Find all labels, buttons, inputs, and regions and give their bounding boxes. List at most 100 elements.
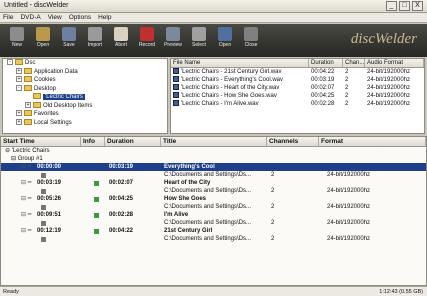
file-cell-text: 00:02:07 [311, 85, 335, 91]
wav-file-icon [173, 92, 179, 99]
close-icon [244, 27, 258, 41]
file-row[interactable]: 'Lectric Chairs - Everything's Cool.wav 0… [171, 76, 424, 84]
toolbar-button-open[interactable]: Open [30, 26, 56, 54]
file-row[interactable]: 'Lectric Chairs - Heart of the City.wav 0… [171, 84, 424, 92]
abort-icon [114, 27, 128, 41]
tree-item[interactable]: + Old Desktop Items [3, 101, 167, 111]
minimize-button[interactable]: _ [386, 1, 397, 11]
toolbar-button-preview[interactable]: Preview [160, 26, 186, 54]
col-file-name[interactable]: File Name [171, 59, 309, 67]
tree-item[interactable]: - Dsc [3, 59, 167, 68]
toolbar-button-abort[interactable]: Abort [108, 26, 134, 54]
folder-icon [24, 118, 32, 125]
album-node[interactable]: ⊖ 'Lectric Chairs [1, 147, 426, 155]
tree-item[interactable]: - Desktop [3, 84, 167, 94]
expand-toggle-icon[interactable]: - [16, 84, 22, 91]
folder-tree[interactable]: - Dsc + Application Data + Cookies - Desktop 'Le… [2, 58, 168, 134]
tree-item[interactable]: + Favorites [3, 110, 167, 119]
file-cell: 24-bit/192000hz [365, 68, 424, 76]
toolbar-button-select[interactable]: Select [186, 26, 212, 54]
track-row[interactable]: ⊟ ━ 00:09:51 00:02:28 I'm Alive C:\Documents… [1, 211, 426, 227]
toolbar-button-label: Open [218, 42, 232, 48]
file-cell-text: 2 [345, 69, 349, 75]
track-row[interactable]: ⊟ ━ 00:05:26 00:04:25 How She Goes C:\Docume… [1, 195, 426, 211]
file-row[interactable]: 'Lectric Chairs - 21st Century Girl.wav 0… [171, 68, 424, 76]
track-format: 24-bit/192000hz [327, 220, 371, 226]
menu-view[interactable]: View [48, 13, 62, 22]
file-cell-text: 'Lectric Chairs - Heart of the City.wav [181, 85, 280, 91]
col-start-time[interactable]: Start Time [1, 137, 81, 146]
col-channels[interactable]: Channels [267, 137, 319, 146]
menu-options[interactable]: Options [69, 13, 91, 22]
window-title: Untitled - discWelder [4, 2, 69, 9]
folder-icon [24, 84, 32, 91]
tree-item[interactable]: + Cookies [3, 76, 167, 85]
open-icon [218, 27, 232, 41]
toolbar: New Open Save Import Abort Record Preview Selec… [0, 24, 427, 57]
col-duration[interactable]: Duration [309, 59, 343, 67]
track-list[interactable]: Start Time Info Duration Title Channels … [0, 136, 427, 286]
file-cell: 2 [343, 76, 365, 84]
track-row[interactable]: ⊟ ━ 00:00:00 00:03:19 Everything's Cool C:\D… [1, 163, 426, 179]
col-info[interactable]: Info [81, 137, 105, 146]
select-icon [192, 27, 206, 41]
expand-toggle-icon[interactable]: + [25, 101, 31, 108]
col-duration[interactable]: Duration [105, 137, 161, 146]
file-list[interactable]: File Name Duration Chan... Audio Format … [170, 58, 425, 134]
col-audio-format[interactable]: Audio Format [365, 59, 424, 67]
tree-item-label: Desktop [34, 85, 57, 92]
close-button[interactable]: X [412, 1, 423, 11]
track-channels: 2 [271, 188, 275, 194]
col-title[interactable]: Title [161, 137, 267, 146]
menu-help[interactable]: Help [98, 13, 111, 22]
info-indicator-icon [94, 228, 99, 234]
menu-file[interactable]: File [3, 13, 13, 22]
track-start-time: 00:00:00 [37, 164, 62, 170]
toolbar-button-close[interactable]: Close [238, 26, 264, 54]
file-row[interactable]: 'Lectric Chairs - How She Goes.wav 00:04:… [171, 92, 424, 100]
file-cell: 00:02:28 [309, 100, 343, 108]
file-cell: 24-bit/192000hz [365, 76, 424, 84]
file-row[interactable]: 'Lectric Chairs - I'm Alive.wav 00:02:28 2… [171, 100, 424, 108]
audio-file-icon [41, 236, 46, 242]
track-row[interactable]: ⊟ ━ 00:03:19 00:02:07 Heart of the City C:\D… [1, 179, 426, 195]
toolbar-button-label: Open [36, 42, 50, 48]
file-cell: 'Lectric Chairs - I'm Alive.wav [171, 100, 309, 108]
toolbar-button-label: Select [192, 42, 206, 48]
toolbar-button-record[interactable]: Record [134, 26, 160, 54]
toolbar-button-new[interactable]: New [4, 26, 30, 54]
file-list-header: File Name Duration Chan... Audio Format [171, 59, 424, 68]
file-cell-text: 2 [345, 77, 349, 83]
expand-toggle-icon[interactable]: + [16, 76, 22, 83]
expand-toggle-icon[interactable]: - [7, 59, 13, 66]
wav-file-icon [173, 68, 179, 75]
track-start-time: 00:05:26 [37, 196, 62, 202]
file-cell: 'Lectric Chairs - Everything's Cool.wav [171, 76, 309, 84]
col-format[interactable]: Format [319, 137, 426, 146]
file-cell: 'Lectric Chairs - Heart of the City.wav [171, 84, 309, 92]
menu-dvd-a[interactable]: DVD-A [20, 13, 40, 22]
group-node[interactable]: ⊟ Group #1 [1, 155, 426, 163]
tree-item[interactable]: 'Lectric Chairs [3, 93, 167, 102]
folder-icon [33, 93, 41, 100]
track-duration: 00:04:25 [109, 196, 134, 202]
toolbar-button-label: Close [244, 42, 258, 48]
info-indicator-icon [94, 180, 99, 186]
track-start-time: 00:12:19 [37, 228, 62, 234]
tree-item[interactable]: + Local Settings [3, 118, 167, 128]
col-channels[interactable]: Chan... [343, 59, 365, 67]
toolbar-button-save[interactable]: Save [56, 26, 82, 54]
maximize-button[interactable]: □ [399, 1, 410, 11]
toolbar-button-label: Import [87, 42, 103, 48]
track-row[interactable]: ⊟ ━ 00:12:19 00:04:22 21st Century Girl C:\D… [1, 227, 426, 243]
expand-toggle-icon[interactable]: + [16, 67, 22, 74]
expand-toggle-icon[interactable]: + [16, 110, 22, 117]
folder-icon [15, 59, 23, 66]
file-cell-text: 'Lectric Chairs - I'm Alive.wav [181, 101, 259, 107]
expand-toggle-icon[interactable]: + [16, 118, 22, 125]
toolbar-button-open[interactable]: Open [212, 26, 238, 54]
toolbar-button-import[interactable]: Import [82, 26, 108, 54]
file-cell: 24-bit/192000hz [365, 84, 424, 92]
tree-item[interactable]: + Application Data [3, 67, 167, 77]
file-cell: 2 [343, 68, 365, 76]
